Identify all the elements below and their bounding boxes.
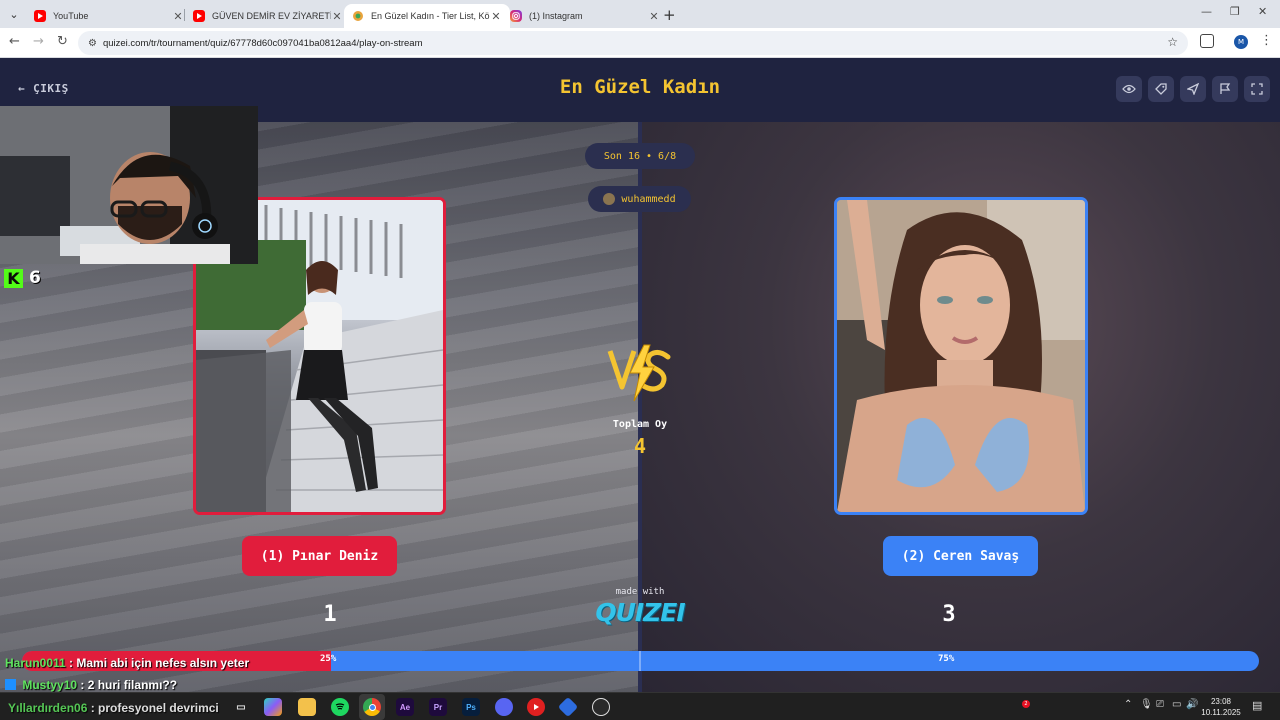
url-field[interactable]: ⚙ quizei.com/tr/tournament/quiz/67778d60… (78, 31, 1188, 55)
system-clock[interactable]: 23:08 10.11.2025 (1198, 696, 1244, 718)
chat-message: Yıllardırden06 : profesyonel devrimci (8, 701, 219, 715)
contestant-photo-right (837, 200, 1085, 512)
app-icon[interactable] (557, 696, 579, 718)
youtube-icon (34, 10, 46, 22)
chat-username: Yıllardırden06 (8, 701, 88, 715)
send-icon[interactable] (1180, 76, 1206, 102)
close-icon[interactable]: ✕ (648, 10, 660, 23)
quizei-logo[interactable]: QUIZEI (590, 598, 690, 627)
quizei-icon (352, 10, 364, 22)
url-text: quizei.com/tr/tournament/quiz/67778d60c0… (102, 37, 423, 49)
chat-message: Mustyy10 : 2 huri filanmı?? (5, 678, 177, 692)
tab-instagram[interactable]: (1) Instagram ✕ (502, 4, 668, 28)
chevron-up-icon[interactable]: ⌃ (1124, 699, 1132, 710)
arrow-left-icon: ← (18, 82, 26, 95)
profile-avatar[interactable]: M (1234, 35, 1248, 49)
eye-icon[interactable] (1116, 76, 1142, 102)
tab-quizei[interactable]: En Güzel Kadın - Tier List, Kör Sıralama… (344, 4, 510, 28)
tab-title: (1) Instagram (529, 11, 583, 21)
close-icon[interactable]: ✕ (331, 10, 343, 23)
made-with-label: made with (615, 587, 665, 597)
file-explorer-icon[interactable] (298, 698, 316, 716)
flag-icon[interactable] (1212, 76, 1238, 102)
obs-icon[interactable] (592, 698, 610, 716)
photoshop-icon[interactable]: Ps (462, 698, 480, 716)
address-bar: ← → ↻ ⚙ quizei.com/tr/tournament/quiz/67… (0, 28, 1280, 58)
avatar (603, 193, 616, 205)
browser-tab-strip: ⌄ YouTube ✕ GÜVEN DEMİR EV ZİYARETİ - Yo… (0, 0, 1280, 28)
battery-icon[interactable]: ▭ (1172, 699, 1181, 710)
total-votes-label: Toplam Oy (612, 419, 668, 430)
after-effects-icon[interactable]: Ae (396, 698, 414, 716)
minimize-icon[interactable]: — (1201, 5, 1212, 18)
instagram-icon (510, 10, 522, 22)
chat-text: : Mami abi için nefes alsın yeter (69, 656, 250, 670)
youtube-icon (193, 10, 205, 22)
tab-title: YouTube (53, 11, 89, 21)
tab-title: GÜVEN DEMİR EV ZİYARETİ - YouTube (212, 11, 331, 21)
exit-label: ÇIKIŞ (33, 82, 69, 95)
microphone-icon[interactable]: 🎙 (1140, 699, 1153, 710)
reload-icon[interactable]: ↻ (57, 34, 68, 49)
kick-logo-icon: K (4, 268, 23, 288)
chat-text: : 2 huri filanmı?? (80, 678, 178, 692)
extensions-icon[interactable] (1200, 34, 1214, 48)
new-tab-button[interactable]: + (663, 6, 676, 24)
vote-percent-right: 75% (938, 654, 955, 664)
notification-badge: 2 (1022, 700, 1030, 708)
chat-text: : profesyonel devrimci (90, 701, 219, 715)
windows-taskbar: Yıllardırden06 : profesyonel devrimci ▭ … (0, 692, 1280, 720)
forward-icon[interactable]: → (33, 34, 44, 49)
clock-date: 10.11.2025 (1201, 708, 1241, 717)
player-badge: wuhammedd (588, 186, 691, 212)
discord-icon[interactable] (495, 698, 513, 716)
task-view-icon[interactable]: ▭ (232, 698, 250, 716)
chat-username: Harun0011 (5, 656, 66, 670)
chat-username: Mustyy10 (22, 678, 78, 692)
restore-icon[interactable]: ❐ (1230, 5, 1240, 18)
streamer-webcam (0, 106, 258, 264)
premiere-icon[interactable]: Pr (429, 698, 447, 716)
round-badge: Son 16 • 6/8 (585, 143, 695, 169)
youtube-music-icon[interactable] (527, 698, 545, 716)
clock-time: 23:08 (1210, 697, 1232, 706)
tab-guven-demir[interactable]: GÜVEN DEMİR EV ZİYARETİ - YouTube ✕ (185, 4, 351, 28)
page-title: En Güzel Kadın (559, 76, 721, 98)
close-icon[interactable]: ✕ (490, 10, 502, 23)
spotify-icon[interactable] (331, 698, 349, 716)
vs-lightning-icon (607, 344, 671, 402)
bookmark-star-icon[interactable]: ☆ (1167, 35, 1178, 49)
contestant-name-right[interactable]: (2) Ceren Savaş (883, 536, 1038, 576)
tab-search-button[interactable]: ⌄ (4, 4, 24, 24)
tab-youtube[interactable]: YouTube ✕ (26, 4, 192, 28)
exit-button[interactable]: ← ÇIKIŞ (18, 82, 69, 95)
notifications-icon[interactable]: ▤ (1252, 699, 1262, 712)
kick-viewer-badge: K 6 (4, 268, 41, 288)
copilot-icon[interactable] (264, 698, 282, 716)
player-name: wuhammedd (621, 193, 676, 205)
close-window-icon[interactable]: ✕ (1258, 5, 1267, 18)
contestant-card-right[interactable] (834, 197, 1088, 515)
vote-percent-left: 25% (320, 654, 337, 664)
menu-icon[interactable]: ⋮ (1260, 33, 1273, 48)
volume-icon[interactable]: 🔊 (1186, 699, 1198, 710)
chrome-icon[interactable] (363, 698, 381, 716)
vote-ratio-center-marker (639, 651, 641, 671)
kick-chat-icon (5, 679, 16, 690)
site-info-icon[interactable]: ⚙ (88, 38, 97, 49)
chat-message: Harun0011 : Mami abi için nefes alsın ye… (5, 656, 249, 670)
back-icon[interactable]: ← (9, 34, 20, 49)
tag-icon[interactable] (1148, 76, 1174, 102)
close-icon[interactable]: ✕ (172, 10, 184, 23)
total-votes-value: 4 (633, 434, 647, 458)
viewer-count: 6 (29, 268, 41, 288)
fullscreen-icon[interactable] (1244, 76, 1270, 102)
network-icon[interactable]: ⎚ (1156, 699, 1164, 710)
tab-title: En Güzel Kadın - Tier List, Kör Sıralama (371, 11, 490, 21)
webcam-image (0, 106, 258, 264)
contestant-name-left[interactable]: (1) Pınar Deniz (242, 536, 397, 576)
vote-count-left: 1 (323, 602, 337, 627)
vote-count-right: 3 (942, 602, 956, 627)
